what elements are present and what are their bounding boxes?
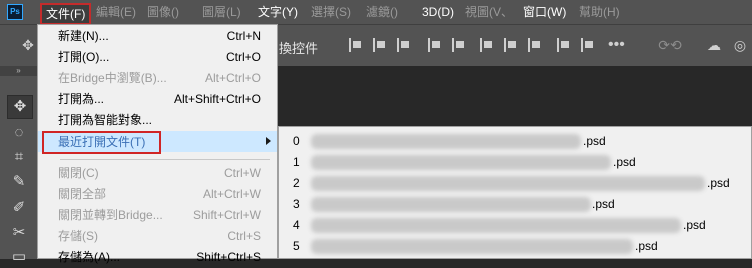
recent-file-item[interactable]: 5 .psd (279, 236, 751, 257)
menu-filter[interactable]: 濾鏡() (366, 4, 398, 20)
transform-controls-label[interactable]: 換控件 (279, 38, 318, 57)
distribute-bottom-icon[interactable] (581, 38, 595, 52)
redacted-filename (311, 134, 581, 149)
menu-separator (60, 159, 270, 160)
file-menu-open-smart-object[interactable]: 打開為智能對象... (38, 110, 277, 131)
recent-files-submenu: 0 .psd 1 .psd 2 .psd 3 .psd 4 .psd 5 .ps… (278, 126, 752, 259)
menu-select[interactable]: 選擇(S) (311, 4, 351, 20)
menu-3d[interactable]: 3D(D) (422, 4, 454, 20)
photoshop-logo-icon[interactable]: Ps (7, 4, 23, 20)
lasso-tool-icon[interactable]: ◌ (7, 122, 31, 144)
recent-file-item[interactable]: 1 .psd (279, 152, 751, 173)
menu-view[interactable]: 視圖(V、 (465, 4, 513, 20)
menu-image[interactable]: 圖像() (147, 4, 179, 20)
redacted-filename (311, 176, 705, 191)
file-menu-save[interactable]: 存儲(S) Ctrl+S (38, 226, 277, 247)
move-tool-icon[interactable]: ✥ (20, 37, 36, 53)
crop-tool-icon[interactable]: ⌗ (7, 146, 31, 168)
menu-type[interactable]: 文字(Y) (258, 4, 298, 20)
redacted-filename (311, 239, 633, 254)
recent-file-item[interactable]: 3 .psd (279, 194, 751, 215)
recent-file-item[interactable]: 0 .psd (279, 131, 751, 152)
move-tool-icon[interactable]: ✥ (7, 95, 33, 119)
align-bottom-icon[interactable] (528, 38, 542, 52)
file-menu-close-all[interactable]: 關閉全部 Alt+Ctrl+W (38, 184, 277, 205)
file-menu-open-recent[interactable]: 最近打開文件(T) (38, 131, 277, 154)
recent-file-item[interactable]: 4 .psd (279, 215, 751, 236)
redacted-filename (311, 155, 611, 170)
3d-roll-icon[interactable]: ◎ (732, 37, 748, 53)
submenu-arrow-icon (266, 137, 271, 145)
menu-file[interactable]: 文件(F) (40, 3, 92, 25)
file-menu-dropdown: 新建(N)... Ctrl+N 打開(O)... Ctrl+O 在Bridge中… (37, 24, 278, 264)
file-menu-close[interactable]: 關閉(C) Ctrl+W (38, 163, 277, 184)
menu-help[interactable]: 幫助(H) (579, 4, 620, 20)
eyedropper-tool-icon[interactable]: ✎ (7, 171, 31, 193)
3d-mode-icon: ⟳⟲ (658, 37, 682, 53)
menu-edit[interactable]: 編輯(E) (96, 4, 136, 20)
brush-tool-icon[interactable]: ✐ (7, 197, 31, 219)
distribute-top-icon[interactable] (557, 38, 571, 52)
redacted-filename (311, 197, 591, 212)
file-menu-open-as[interactable]: 打開為... Alt+Shift+Ctrl+O (38, 89, 277, 110)
file-menu-open[interactable]: 打開(O)... Ctrl+O (38, 47, 277, 68)
collapse-panel-icon[interactable]: » (0, 66, 37, 76)
3d-orbit-icon[interactable]: ☁ (706, 37, 722, 53)
more-options-icon[interactable]: ••• (608, 37, 625, 53)
file-menu-close-go-bridge[interactable]: 關閉並轉到Bridge... Shift+Ctrl+W (38, 205, 277, 226)
align-top-icon[interactable] (480, 38, 494, 52)
file-menu-save-as[interactable]: 存儲為(A)... Shift+Ctrl+S (38, 247, 277, 268)
redacted-filename (311, 218, 681, 233)
align-middle-icon[interactable] (504, 38, 518, 52)
align-center-horizontal-icon[interactable] (373, 38, 387, 52)
align-left-icon[interactable] (349, 38, 363, 52)
distribute-left-icon[interactable] (428, 38, 442, 52)
menu-window[interactable]: 窗口(W) (523, 4, 566, 20)
file-menu-browse-bridge[interactable]: 在Bridge中瀏覽(B)... Alt+Ctrl+O (38, 68, 277, 89)
file-menu-new[interactable]: 新建(N)... Ctrl+N (38, 26, 277, 47)
tools-panel: » ✥ ◌ ⌗ ✎ ✐ ✂ ▭ (0, 66, 38, 265)
align-right-icon[interactable] (397, 38, 411, 52)
distribute-center-icon[interactable] (452, 38, 466, 52)
menu-layer[interactable]: 圖層(L) (202, 4, 241, 20)
eraser-tool-icon[interactable]: ▭ (7, 246, 31, 268)
menu-bar: Ps 文件(F) 編輯(E) 圖像() 圖層(L) 文字(Y) 選擇(S) 濾鏡… (0, 0, 752, 25)
stamp-tool-icon[interactable]: ✂ (7, 222, 31, 244)
recent-file-item[interactable]: 2 .psd (279, 173, 751, 194)
